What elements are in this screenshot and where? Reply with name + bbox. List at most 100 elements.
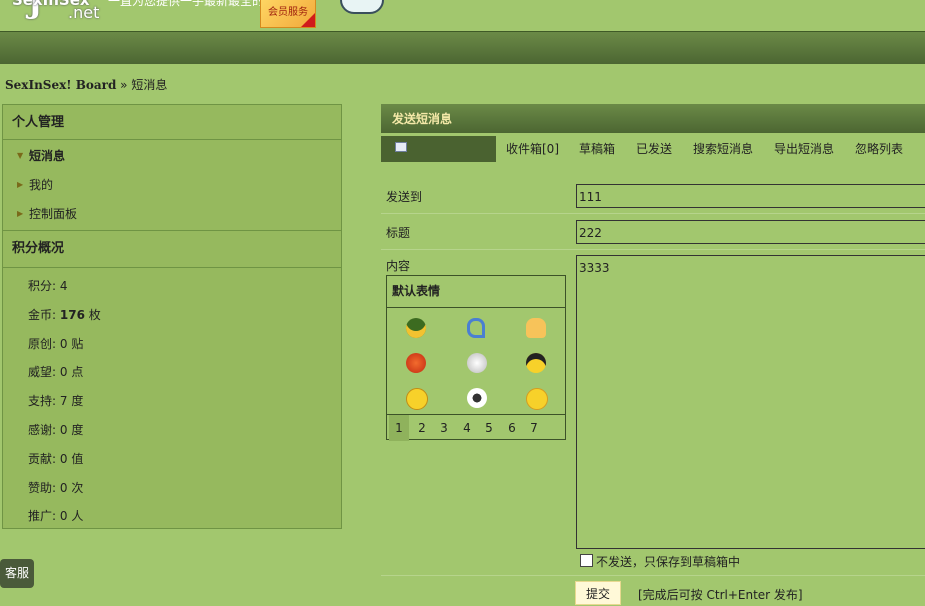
stat-label: 原创: [28,336,57,351]
triangle-down-icon: ▼ [17,151,24,160]
logo-suffix: .net [68,3,100,22]
save-draft-checkbox[interactable] [580,554,593,567]
stat-row: 推广: 0 人 [3,502,341,531]
tab-sent[interactable]: 已发送 [636,136,672,162]
sidebar: 个人管理 ▼ 短消息 ▶ 我的 ▶ 控制面板 积分概况 积分: 4 金币: 17… [2,104,342,529]
mascot-icon [340,0,384,14]
stat-value: 0 [59,480,68,495]
breadcrumb-site-link[interactable]: SexInSex! Board [5,78,116,92]
customer-service-button[interactable]: 客服 [0,559,34,588]
envelope-icon [395,142,407,152]
triangle-right-icon: ▶ [17,180,24,189]
message-tabs: 收件箱[0] 草稿箱 已发送 搜索短消息 导出短消息 忽略列表 [381,136,925,162]
sidebar-item-control-panel[interactable]: ▶ 控制面板 [3,199,341,228]
banner-corner [301,13,315,27]
smilies-page-1[interactable]: 1 [389,415,409,441]
stat-value: 0 [59,365,68,380]
stat-value: 0 [59,509,68,524]
content-label: 内容 [386,259,411,273]
stat-unit: 枚 [88,307,101,322]
soldier-smiley-icon[interactable] [406,318,426,338]
tab-ignore-list[interactable]: 忽略列表 [855,136,903,162]
thumbs-up-icon[interactable] [526,318,546,338]
stat-label: 金币: [28,307,57,322]
stat-row: 威望: 0 点 [3,358,341,387]
smilies-grid [387,308,565,415]
subject-label: 标题 [386,226,411,240]
submit-hint: [完成后可按 Ctrl+Enter 发布] [638,588,803,602]
stat-label: 积分: [28,279,57,293]
stat-unit: 度 [71,422,84,437]
save-draft-option: 不发送，只保存到草稿箱中 [580,553,740,570]
stat-unit: 点 [71,365,84,380]
stat-row: 金币: 176 枚 [3,301,341,330]
stat-label: 贡献: [28,451,57,466]
smilies-pagination: 1 2 3 4 5 6 7 [387,415,565,441]
nav-bar [0,31,925,64]
stat-value: 0 [59,336,68,351]
stat-row: 赞助: 0 次 [3,474,341,503]
row-divider [381,213,925,214]
stat-label: 感谢: [28,422,57,437]
breadcrumb-separator: » [120,78,128,92]
header-slogan: 一直为您提供一手最新最全的 [108,0,265,8]
stat-row: 支持: 7 度 [3,387,341,416]
stat-unit: 人 [71,509,84,524]
tab-export[interactable]: 导出短消息 [774,136,834,162]
vip-service-banner[interactable]: 会员服务 [260,0,316,28]
stat-label: 支持: [28,394,57,409]
stat-value: 176 [59,307,85,322]
sidebar-section-personal: 个人管理 [3,105,341,140]
smilies-page-6[interactable]: 6 [502,415,522,441]
smilies-title: 默认表情 [387,276,565,308]
skull-smiley-icon[interactable] [467,353,487,373]
smilies-page-2[interactable]: 2 [412,415,432,441]
to-label: 发送到 [386,190,423,204]
sidebar-item-label: 短消息 [29,149,66,163]
stat-row: 感谢: 0 度 [3,416,341,445]
credit-stats: 积分: 4 金币: 176 枚 原创: 0 贴 威望: 0 点 支持: 7 度 … [3,268,341,531]
smilies-page-4[interactable]: 4 [457,415,477,441]
stat-unit: 值 [71,451,84,466]
stat-unit: 度 [71,394,84,409]
tab-search[interactable]: 搜索短消息 [693,136,753,162]
message-textarea[interactable]: 3333 [576,255,925,549]
annoyed-smiley-icon[interactable] [406,388,428,410]
sidebar-item-mine[interactable]: ▶ 我的 [3,170,341,199]
stat-row: 原创: 0 贴 [3,330,341,359]
stat-value: 4 [59,279,68,293]
smilies-page-7[interactable]: 7 [524,415,544,441]
sidebar-item-label: 我的 [29,178,54,192]
page-title: 发送短消息 [381,104,925,133]
tab-drafts[interactable]: 草稿箱 [579,136,615,162]
tab-compose[interactable] [381,136,496,162]
triangle-right-icon: ▶ [17,209,24,218]
submit-button[interactable]: 提交 [575,581,621,605]
stat-label: 威望: [28,365,57,380]
note-smiley-icon[interactable] [467,318,485,338]
angry-smiley-icon[interactable] [406,353,426,373]
stat-label: 赞助: [28,480,57,495]
stat-unit: 贴 [71,336,84,351]
save-draft-label: 不发送，只保存到草稿箱中 [596,555,741,569]
sleepy-smiley-icon[interactable] [526,388,548,410]
stat-value: 7 [59,394,68,409]
smilies-page-5[interactable]: 5 [479,415,499,441]
row-divider [381,575,925,576]
recipient-input[interactable]: 111 [576,184,925,208]
stat-unit: 次 [71,480,84,495]
site-header: J SexInSex .net 一直为您提供一手最新最全的 会员服务 [0,0,925,31]
stat-row: 积分: 4 [3,272,341,301]
tab-inbox[interactable]: 收件箱[0] [506,136,559,162]
sidebar-item-messages[interactable]: ▼ 短消息 [3,141,341,170]
soccer-ball-icon[interactable] [467,388,487,408]
subject-input[interactable]: 222 [576,220,925,244]
sidebar-section-credits: 积分概况 [3,230,341,268]
smilies-page-3[interactable]: 3 [434,415,454,441]
row-divider [381,249,925,250]
stat-row: 贡献: 0 值 [3,445,341,474]
cool-smiley-icon[interactable] [526,353,546,373]
breadcrumb: SexInSex! Board » 短消息 [5,76,167,93]
stat-label: 推广: [28,509,57,524]
sidebar-item-label: 控制面板 [29,207,78,221]
